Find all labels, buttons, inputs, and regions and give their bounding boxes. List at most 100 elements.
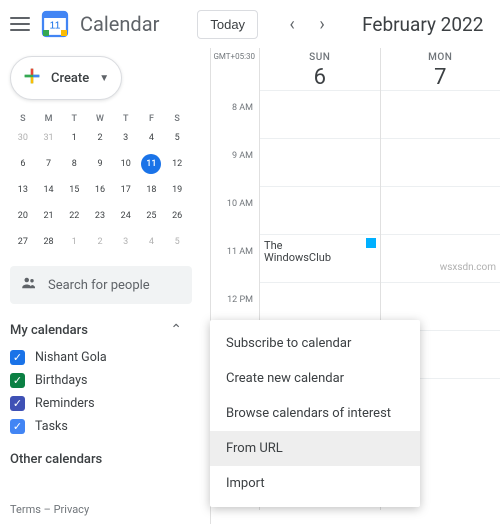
dow-label: SUN (260, 52, 380, 63)
mini-day[interactable]: 26 (167, 206, 187, 226)
calendar-checkbox[interactable]: ✓ (10, 350, 25, 365)
mini-day[interactable]: 3 (116, 128, 136, 148)
dom-label: 7 (381, 65, 500, 90)
mini-day[interactable]: 15 (64, 180, 84, 200)
my-calendars-title: My calendars (10, 323, 88, 338)
calendar-item[interactable]: ✓ Nishant Gola (10, 346, 210, 369)
mini-day[interactable]: 4 (141, 232, 161, 252)
watermark: wsxsdn.com (440, 262, 496, 273)
mini-day[interactable]: 27 (13, 232, 33, 252)
time-label: 9 AM (211, 151, 259, 199)
mini-day[interactable]: 22 (64, 206, 84, 226)
app-title: Calendar (80, 12, 159, 36)
other-calendars-section: Other calendars (10, 452, 210, 467)
app-header: 11 Calendar Today ‹ › February 2022 (0, 0, 500, 48)
other-calendars-menu: Subscribe to calendarCreate new calendar… (210, 320, 420, 507)
menu-item[interactable]: From URL (210, 431, 420, 466)
privacy-link[interactable]: Privacy (54, 503, 90, 516)
mini-day[interactable]: 23 (90, 206, 110, 226)
menu-item[interactable]: Import (210, 466, 420, 501)
search-people-input[interactable]: Search for people (10, 266, 192, 304)
event-line2: WindowsClub (264, 252, 374, 264)
month-title[interactable]: February 2022 (362, 13, 483, 36)
event-windowsclub[interactable]: The WindowsClub (260, 238, 378, 266)
calendar-checkbox[interactable]: ✓ (10, 396, 25, 411)
mini-day[interactable]: 2 (90, 128, 110, 148)
hamburger-icon[interactable] (8, 12, 32, 36)
mini-day[interactable]: 20 (13, 206, 33, 226)
mini-day[interactable]: 11 (141, 154, 161, 174)
day-headers: GMT+05:30 SUN 6 MON 7 (211, 48, 500, 90)
today-button[interactable]: Today (197, 10, 258, 39)
time-label: 10 AM (211, 199, 259, 247)
mini-day[interactable]: 6 (13, 154, 33, 174)
sidebar: Create ▼ SMTWTFS 30311234567891011121314… (0, 48, 210, 524)
mini-dow: W (87, 114, 113, 124)
mini-dow: M (36, 114, 62, 124)
calendar-item[interactable]: ✓Tasks (10, 415, 210, 438)
people-icon (20, 274, 38, 296)
day-header-mon[interactable]: MON 7 (380, 48, 500, 90)
mini-day[interactable]: 5 (167, 128, 187, 148)
calendar-checkbox[interactable]: ✓ (10, 419, 25, 434)
mini-day[interactable]: 21 (39, 206, 59, 226)
mini-dow: S (164, 114, 190, 124)
search-placeholder: Search for people (48, 278, 150, 293)
mini-day[interactable]: 17 (116, 180, 136, 200)
mini-dow: T (61, 114, 87, 124)
footer-sep: – (41, 503, 54, 516)
calendar-label: Nishant Gola (35, 350, 107, 365)
mini-day[interactable]: 5 (167, 232, 187, 252)
my-calendars-toggle[interactable]: My calendars ⌃ (10, 322, 210, 338)
dow-label: MON (381, 52, 500, 63)
nav-arrows: ‹ › (278, 10, 336, 38)
mini-day[interactable]: 9 (90, 154, 110, 174)
timezone-label: GMT+05:30 (211, 48, 259, 90)
mini-day[interactable]: 10 (116, 154, 136, 174)
menu-item[interactable]: Browse calendars of interest (210, 396, 420, 431)
my-calendars-section: My calendars ⌃ ✓Nishant Gola✓Birthdays✓R… (10, 322, 210, 438)
time-label: 11 AM (211, 247, 259, 295)
mini-day[interactable]: 12 (167, 154, 187, 174)
create-button[interactable]: Create ▼ (10, 56, 122, 100)
menu-item[interactable]: Create new calendar (210, 361, 420, 396)
mini-day[interactable]: 4 (141, 128, 161, 148)
day-header-sun[interactable]: SUN 6 (259, 48, 380, 90)
mini-day[interactable]: 24 (116, 206, 136, 226)
mini-day[interactable]: 30 (13, 128, 33, 148)
mini-day[interactable]: 31 (39, 128, 59, 148)
calendar-logo[interactable]: 11 (40, 9, 70, 39)
terms-link[interactable]: Terms (10, 503, 41, 516)
svg-text:11: 11 (50, 20, 61, 32)
calendar-item[interactable]: ✓ Reminders (10, 392, 210, 415)
mini-day[interactable]: 14 (39, 180, 59, 200)
mini-day[interactable]: 8 (64, 154, 84, 174)
next-arrow-icon[interactable]: › (308, 10, 336, 38)
other-calendars-title: Other calendars (10, 452, 102, 467)
mini-day[interactable]: 2 (90, 232, 110, 252)
calendar-item[interactable]: ✓Birthdays (10, 369, 210, 392)
chevron-up-icon: ⌃ (170, 322, 182, 338)
calendar-checkbox[interactable]: ✓ (10, 373, 25, 388)
footer-links: Terms – Privacy (10, 503, 89, 516)
mini-dow: T (113, 114, 139, 124)
mini-day[interactable]: 7 (39, 154, 59, 174)
mini-day[interactable]: 25 (141, 206, 161, 226)
mini-day[interactable]: 18 (141, 180, 161, 200)
mini-day[interactable]: 1 (64, 232, 84, 252)
mini-day[interactable]: 13 (13, 180, 33, 200)
mini-dow: S (10, 114, 36, 124)
mini-day[interactable]: 3 (116, 232, 136, 252)
dom-label: 6 (260, 65, 380, 90)
mini-day[interactable]: 16 (90, 180, 110, 200)
event-accent-icon (366, 238, 376, 248)
mini-day[interactable]: 19 (167, 180, 187, 200)
menu-item[interactable]: Subscribe to calendar (210, 326, 420, 361)
prev-arrow-icon[interactable]: ‹ (278, 10, 306, 38)
time-label: 8 AM (211, 103, 259, 151)
mini-day[interactable]: 28 (39, 232, 59, 252)
mini-day[interactable]: 1 (64, 128, 84, 148)
caret-down-icon: ▼ (99, 73, 109, 84)
other-calendars-toggle[interactable]: Other calendars (10, 452, 210, 467)
calendar-label: Reminders (35, 396, 95, 411)
